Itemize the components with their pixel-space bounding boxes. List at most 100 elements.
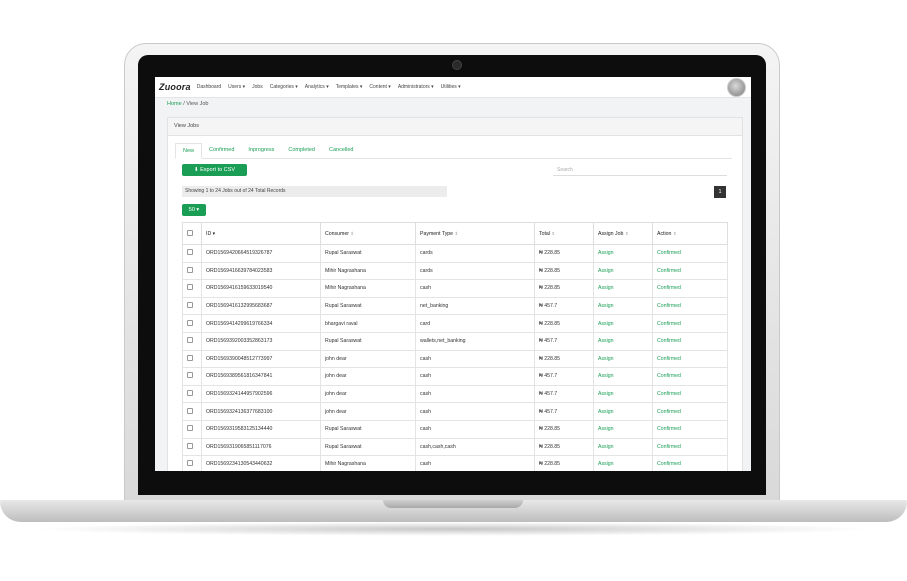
col-payment-type[interactable]: Payment Type ⇕ (415, 222, 535, 245)
select-all-header[interactable] (182, 222, 202, 245)
cell-total: ₦ 228.85 (534, 349, 594, 369)
action-status[interactable]: Confirmed (652, 331, 728, 351)
action-status[interactable]: Confirmed (652, 367, 728, 386)
action-status[interactable]: Confirmed (652, 455, 728, 471)
cell-total: ₦ 228.85 (534, 437, 594, 457)
row-select-cell[interactable] (182, 402, 202, 421)
tab-new[interactable]: New (175, 143, 203, 159)
assign-link[interactable]: Assign (593, 384, 653, 404)
assign-link[interactable]: Assign (593, 244, 653, 263)
row-select-cell[interactable] (182, 261, 202, 281)
avatar[interactable] (727, 78, 746, 97)
brand-logo[interactable]: Zuoora (159, 82, 191, 92)
tab-confirmed[interactable]: Confirmed (202, 143, 241, 158)
assign-link[interactable]: Assign (593, 402, 653, 421)
assign-link[interactable]: Assign (593, 419, 653, 439)
col-assign-job[interactable]: Assign Job ⇕ (593, 222, 653, 245)
row-select-cell[interactable] (182, 244, 202, 263)
action-status[interactable]: Confirmed (652, 296, 728, 316)
search-input[interactable]: Search (553, 164, 727, 176)
row-checkbox[interactable] (187, 460, 193, 467)
table-row: ORD1569416639784023583 Mihir Nagrashana ca… (182, 261, 728, 281)
cell-id: ORD1569416132995683687 (201, 296, 321, 316)
col-id[interactable]: ID ▾ (201, 222, 321, 245)
cell-id: ORD1569392003352863173 (201, 331, 321, 351)
row-select-cell[interactable] (182, 279, 202, 298)
nav-administrators[interactable]: Administrators ▾ (398, 84, 434, 90)
assign-link[interactable]: Assign (593, 279, 653, 298)
row-checkbox[interactable] (187, 407, 193, 414)
table-row: ORD1569389561816347841 john dear cash ₦ 457… (182, 367, 728, 386)
table-row: ORD1569324136377683100 john dear cash ₦ 457… (182, 402, 728, 421)
table-row: ORD1569319065851117076 Rupal Saraswat cash… (182, 437, 728, 457)
row-select-cell[interactable] (182, 367, 202, 386)
assign-link[interactable]: Assign (593, 367, 653, 386)
breadcrumb-home[interactable]: Home (167, 101, 182, 107)
row-checkbox[interactable] (187, 390, 193, 397)
cell-consumer: bhargavi raval (320, 314, 416, 333)
row-select-cell[interactable] (182, 437, 202, 457)
row-checkbox[interactable] (187, 284, 193, 291)
action-status[interactable]: Confirmed (652, 437, 728, 457)
cell-id: ORD1569416159633019540 (201, 279, 321, 298)
export-csv-button[interactable]: ⬇ Export to CSV (182, 164, 247, 176)
cell-total: ₦ 457.7 (534, 402, 594, 421)
col-action-label: Action (657, 230, 672, 237)
nav-templates[interactable]: Templates ▾ (336, 84, 363, 90)
cell-consumer: Mihir Nagrashana (320, 279, 416, 298)
nav-users[interactable]: Users ▾ (228, 84, 245, 90)
row-select-cell[interactable] (182, 455, 202, 471)
assign-link[interactable]: Assign (593, 314, 653, 333)
action-status[interactable]: Confirmed (652, 279, 728, 298)
nav-jobs[interactable]: Jobs (252, 84, 263, 90)
row-checkbox[interactable] (187, 302, 193, 309)
nav-dashboard[interactable]: Dashboard (197, 84, 221, 90)
assign-link[interactable]: Assign (593, 331, 653, 351)
action-status[interactable]: Confirmed (652, 419, 728, 439)
row-select-cell[interactable] (182, 349, 202, 369)
row-checkbox[interactable] (187, 319, 193, 326)
assign-link[interactable]: Assign (593, 437, 653, 457)
action-status[interactable]: Confirmed (652, 402, 728, 421)
action-status[interactable]: Confirmed (652, 261, 728, 281)
assign-link[interactable]: Assign (593, 261, 653, 281)
row-select-cell[interactable] (182, 384, 202, 404)
nav-analytics[interactable]: Analytics ▾ (305, 84, 329, 90)
col-consumer[interactable]: Consumer ⇕ (320, 222, 416, 245)
nav-categories[interactable]: Categories ▾ (270, 84, 298, 90)
pagination-page-1[interactable]: 1 (714, 186, 726, 198)
row-select-cell[interactable] (182, 314, 202, 333)
tab-completed[interactable]: Completed (281, 143, 322, 158)
action-status[interactable]: Confirmed (652, 349, 728, 369)
page-size-select[interactable]: 50 ▾ (182, 204, 206, 216)
status-tabs: New Confirmed Inprogress Completed Cance… (175, 143, 732, 159)
nav-utilities[interactable]: Utilities ▾ (441, 84, 461, 90)
row-checkbox[interactable] (187, 266, 193, 273)
row-select-cell[interactable] (182, 419, 202, 439)
tab-inprogress[interactable]: Inprogress (241, 143, 281, 158)
select-all-checkbox[interactable] (187, 229, 193, 236)
app-screen: Zuoora Dashboard Users ▾ Jobs Categories… (155, 77, 751, 471)
col-action[interactable]: Action ⇕ (652, 222, 728, 245)
tab-cancelled[interactable]: Cancelled (322, 143, 360, 158)
cell-id: ORD1569319583125134440 (201, 419, 321, 439)
row-checkbox[interactable] (187, 425, 193, 432)
row-checkbox[interactable] (187, 372, 193, 379)
row-select-cell[interactable] (182, 296, 202, 316)
row-select-cell[interactable] (182, 331, 202, 351)
row-checkbox[interactable] (187, 354, 193, 361)
col-total-label: Total (539, 230, 550, 237)
action-status[interactable]: Confirmed (652, 314, 728, 333)
assign-link[interactable]: Assign (593, 349, 653, 369)
row-checkbox[interactable] (187, 442, 193, 449)
action-status[interactable]: Confirmed (652, 384, 728, 404)
row-checkbox[interactable] (187, 249, 193, 256)
nav-content[interactable]: Content ▾ (369, 84, 390, 90)
action-status[interactable]: Confirmed (652, 244, 728, 263)
assign-link[interactable]: Assign (593, 296, 653, 316)
col-assign-job-label: Assign Job (598, 230, 624, 237)
assign-link[interactable]: Assign (593, 455, 653, 471)
col-total[interactable]: Total ⇕ (534, 222, 594, 245)
table-row: ORD1569414299619766334 bhargavi raval card… (182, 314, 728, 333)
row-checkbox[interactable] (187, 337, 193, 344)
